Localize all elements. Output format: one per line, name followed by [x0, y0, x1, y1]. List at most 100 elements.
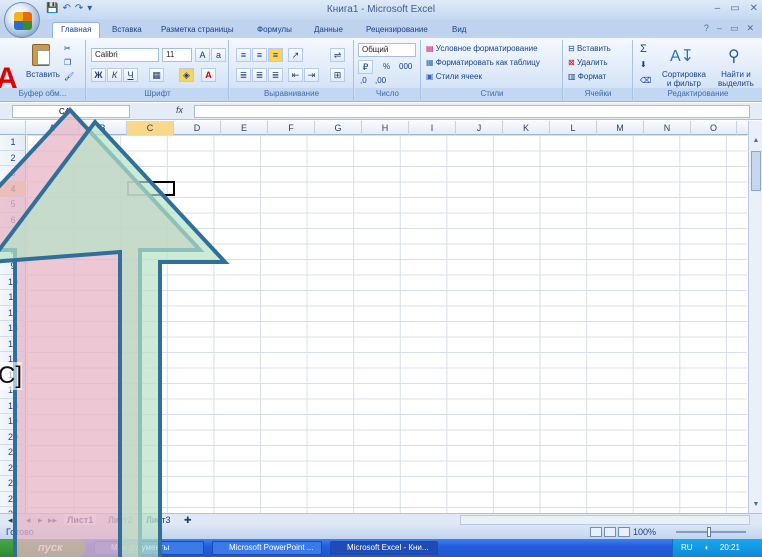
column-header-c[interactable]: C: [127, 121, 174, 135]
close-button[interactable]: ✕: [750, 3, 758, 14]
row-header[interactable]: 20: [0, 430, 26, 445]
row-header[interactable]: 8: [0, 244, 26, 259]
autosum-button[interactable]: Σ: [640, 43, 647, 55]
column-header-a[interactable]: A: [26, 121, 79, 135]
row-header[interactable]: 22: [0, 461, 26, 476]
underline-button[interactable]: Ч: [123, 68, 138, 82]
column-header-j[interactable]: J: [456, 121, 503, 135]
fx-icon[interactable]: fx: [176, 105, 183, 115]
row-header[interactable]: 18: [0, 399, 26, 414]
row-header[interactable]: 13: [0, 321, 26, 337]
row-header[interactable]: 3: [0, 166, 26, 182]
ribbon-close-button[interactable]: ✕: [746, 23, 754, 34]
currency-icon[interactable]: ₽: [358, 60, 373, 74]
row-header[interactable]: 23: [0, 476, 26, 492]
normal-view-icon[interactable]: [590, 527, 602, 537]
taskbar-my-documents[interactable]: Мои документы: [94, 541, 204, 555]
font-name-select[interactable]: Calibri: [91, 48, 159, 62]
select-all-corner[interactable]: [0, 121, 26, 135]
percent-button[interactable]: %: [383, 62, 390, 71]
decrease-decimal-button[interactable]: ,00: [375, 76, 386, 85]
align-middle-icon[interactable]: ≡: [252, 48, 267, 62]
column-header-b[interactable]: B: [79, 121, 127, 135]
language-indicator[interactable]: RU: [681, 543, 693, 552]
redo-icon[interactable]: ↷: [75, 3, 83, 14]
column-header-e[interactable]: E: [221, 121, 268, 135]
vertical-scroll-thumb[interactable]: [751, 151, 761, 191]
wrap-text-icon[interactable]: ⇌: [330, 48, 345, 62]
zoom-slider[interactable]: [676, 531, 746, 533]
active-cell-c4[interactable]: [127, 181, 175, 196]
shrink-font-icon[interactable]: a: [211, 48, 226, 62]
binoculars-icon[interactable]: ⚲: [728, 46, 740, 66]
help-icon[interactable]: ?: [704, 23, 709, 34]
sort-filter-button[interactable]: Сортировка и фильтр: [662, 70, 706, 88]
column-header-m[interactable]: M: [597, 121, 644, 135]
row-header[interactable]: 1: [0, 135, 26, 151]
formula-input[interactable]: [194, 105, 750, 118]
tab-review[interactable]: Рецензирование: [366, 23, 428, 38]
merge-cells-icon[interactable]: ⊞: [330, 68, 345, 82]
bold-button[interactable]: Ж: [91, 68, 106, 82]
align-center-icon[interactable]: ≣: [252, 68, 267, 82]
row-header[interactable]: 21: [0, 445, 26, 461]
increase-indent-icon[interactable]: ⇥: [304, 68, 319, 82]
tab-view[interactable]: Вид: [452, 23, 466, 38]
cell-styles-button[interactable]: ▣ Стили ячеек: [426, 72, 482, 81]
format-as-table-button[interactable]: ▦ Форматировать как таблицу: [426, 58, 540, 67]
column-header-n[interactable]: N: [644, 121, 691, 135]
row-header[interactable]: 12: [0, 306, 26, 321]
scroll-up-icon[interactable]: ▲: [750, 137, 762, 149]
tab-home[interactable]: Главная: [52, 22, 101, 38]
borders-icon[interactable]: ▦: [149, 68, 164, 82]
row-header[interactable]: 19: [0, 414, 26, 430]
cut-icon[interactable]: ✂: [64, 44, 71, 53]
fill-color-icon[interactable]: ◈: [179, 68, 194, 82]
tab-insert[interactable]: Вставка: [112, 23, 142, 38]
find-select-button[interactable]: Найти и выделить: [718, 70, 754, 88]
name-box[interactable]: C4: [12, 105, 130, 118]
row-header[interactable]: 11: [0, 290, 26, 306]
delete-cells-button[interactable]: ⊠ Удалить: [568, 58, 607, 67]
paste-button[interactable]: Вставить: [26, 70, 60, 79]
horizontal-scrollbar[interactable]: [460, 515, 750, 525]
row-header[interactable]: 6: [0, 213, 26, 228]
zoom-slider-thumb[interactable]: [707, 527, 711, 537]
minimize-button[interactable]: –: [715, 3, 721, 14]
undo-icon[interactable]: ↶: [62, 3, 70, 14]
column-header-k[interactable]: K: [503, 121, 550, 135]
save-icon[interactable]: 💾: [46, 3, 58, 14]
paste-icon[interactable]: [32, 44, 50, 66]
format-cells-button[interactable]: ▥ Формат: [568, 72, 606, 81]
align-bottom-icon[interactable]: ≡: [268, 48, 283, 62]
office-button[interactable]: [4, 2, 40, 38]
row-header[interactable]: 4: [0, 181, 26, 197]
font-color-icon[interactable]: A: [201, 68, 216, 82]
column-header-f[interactable]: F: [268, 121, 315, 135]
increase-decimal-button[interactable]: ,0: [360, 76, 367, 85]
maximize-button[interactable]: ▭: [730, 3, 739, 14]
column-header-d[interactable]: D: [174, 121, 221, 135]
start-button[interactable]: пуск: [0, 539, 86, 557]
conditional-formatting-button[interactable]: ▤ Условное форматирование: [426, 44, 538, 53]
italic-button[interactable]: К: [107, 68, 122, 82]
taskbar-excel[interactable]: Microsoft Excel - Кни...: [330, 541, 438, 555]
row-header[interactable]: 7: [0, 228, 26, 244]
row-header[interactable]: 5: [0, 197, 26, 213]
row-header[interactable]: 2: [0, 151, 26, 166]
qat-dropdown-icon[interactable]: ▾: [87, 3, 92, 14]
row-header[interactable]: 24: [0, 492, 26, 507]
orientation-icon[interactable]: ↗: [288, 48, 303, 62]
vertical-scrollbar[interactable]: ▲ ▼: [748, 121, 762, 515]
decrease-indent-icon[interactable]: ⇤: [288, 68, 303, 82]
thousands-button[interactable]: 000: [399, 62, 412, 71]
page-break-view-icon[interactable]: [618, 527, 630, 537]
tab-data[interactable]: Данные: [314, 23, 343, 38]
column-header-h[interactable]: H: [362, 121, 409, 135]
ribbon-restore-button[interactable]: ▭: [730, 23, 739, 34]
row-header[interactable]: 9: [0, 259, 26, 275]
copy-icon[interactable]: ❐: [64, 58, 71, 67]
tab-page-layout[interactable]: Разметка страницы: [161, 23, 234, 38]
column-header-l[interactable]: L: [550, 121, 597, 135]
align-left-icon[interactable]: ≣: [236, 68, 251, 82]
